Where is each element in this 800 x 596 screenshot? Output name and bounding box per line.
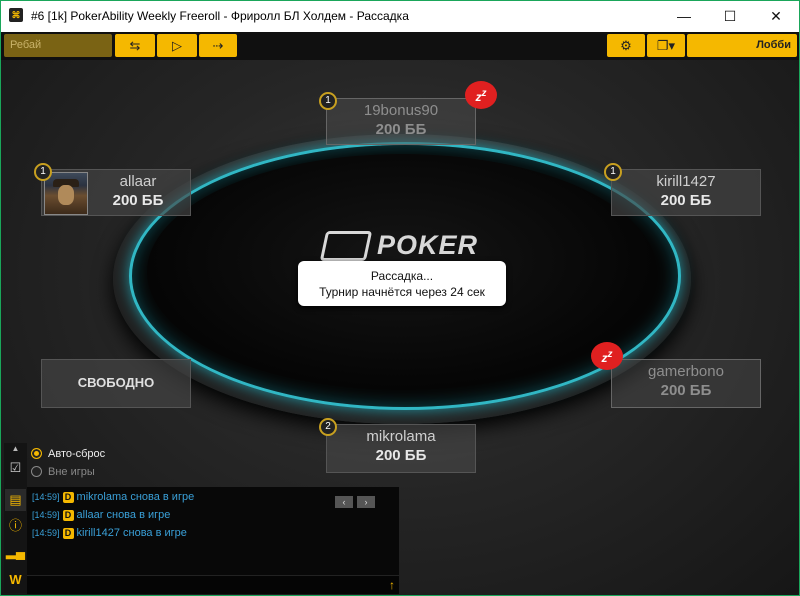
- play-icon: ▷: [172, 38, 182, 53]
- app-icon: ⌘: [9, 8, 23, 22]
- side-toolbar: ▲ ☑ ▤ ⓘ ▂▄ W: [4, 443, 27, 593]
- w-icon[interactable]: W: [5, 569, 26, 591]
- seat-allaar[interactable]: allaar 200 ББ: [41, 169, 191, 216]
- auto-reset-label: Авто-сброс: [48, 448, 106, 460]
- chat-icon[interactable]: ▤: [5, 489, 26, 511]
- chat-message: [14:59] Dmikrolama снова в игре: [32, 489, 194, 505]
- refresh-button[interactable]: ⇆: [115, 34, 155, 57]
- seat-empty[interactable]: СВОБОДНО: [41, 359, 191, 408]
- title-bar: ⌘ #6 [1k] PokerAbility Weekly Freeroll -…: [1, 1, 799, 32]
- exit-button[interactable]: ⇢: [199, 34, 237, 57]
- collapse-arrow-icon[interactable]: ▲: [5, 443, 26, 455]
- chat-text: allaar снова в игре: [76, 509, 171, 521]
- dealer-badge: D: [62, 528, 74, 539]
- toolbar: Ребай ⇆ ▷ ⇢ ⚙ ❐▾ Лобби: [1, 32, 799, 60]
- play-button[interactable]: ▷: [157, 34, 197, 57]
- info-icon[interactable]: ⓘ: [5, 515, 26, 537]
- logo-text: POKER: [377, 230, 479, 260]
- radio-unselected-icon: [31, 466, 42, 477]
- chat-text: kirill1427 снова в игре: [76, 527, 187, 539]
- empty-seat-label: СВОБОДНО: [77, 375, 155, 390]
- gear-icon: ⚙: [620, 38, 632, 53]
- player-stack: 200 ББ: [660, 382, 712, 399]
- player-name: mikrolama: [366, 428, 436, 445]
- seat-kirill1427[interactable]: kirill1427 200 ББ: [611, 169, 761, 216]
- chat-text: mikrolama снова в игре: [76, 491, 195, 503]
- seat-mikrolama[interactable]: mikrolama 200 ББ: [326, 424, 476, 473]
- dealer-badge: D: [62, 510, 74, 521]
- chat-panel: ‹ › [14:59] Dmikrolama снова в игре [14:5…: [27, 487, 399, 594]
- player-name: 19bonus90: [363, 102, 439, 119]
- out-of-game-label: Вне игры: [48, 466, 95, 478]
- notice-title: Рассадка...: [370, 269, 434, 283]
- notice-countdown: Турнир начнётся через 24 сек: [319, 285, 485, 299]
- chat-time: [14:59]: [32, 510, 60, 520]
- send-arrow-icon[interactable]: ↑: [389, 578, 395, 592]
- table-logo: POKER: [319, 229, 483, 263]
- zz-icon: zz: [591, 342, 623, 370]
- radio-selected-icon: [31, 448, 42, 459]
- tables-dropdown-icon: ❐▾: [656, 38, 676, 53]
- out-of-game-radio[interactable]: Вне игры: [31, 465, 105, 483]
- chat-time: [14:59]: [32, 528, 60, 538]
- seat-badge: 1: [319, 92, 337, 110]
- settings-button[interactable]: ⚙: [607, 34, 645, 57]
- minimize-icon[interactable]: —: [661, 1, 707, 32]
- seating-notice: Рассадка... Турнир начнётся через 24 сек: [298, 261, 506, 306]
- auto-reset-radio[interactable]: Авто-сброс: [31, 447, 105, 465]
- rebuy-button[interactable]: Ребай: [4, 34, 112, 57]
- stats-icon[interactable]: ▂▄: [5, 541, 26, 563]
- player-stack: 200 ББ: [375, 447, 427, 464]
- player-stack: 200 ББ: [660, 192, 712, 209]
- chat-input[interactable]: ↑: [27, 575, 399, 594]
- seat-badge: 2: [319, 418, 337, 436]
- player-stack: 200 ББ: [375, 121, 427, 138]
- chat-next-button[interactable]: ›: [357, 496, 375, 508]
- chat-time: [14:59]: [32, 492, 60, 502]
- refresh-icon: ⇆: [129, 38, 141, 53]
- maximize-icon[interactable]: ☐: [707, 1, 753, 32]
- seat-badge: 1: [34, 163, 52, 181]
- seat-gamerbono[interactable]: gamerbono 200 ББ: [611, 359, 761, 408]
- chat-message: [14:59] Dallaar снова в игре: [32, 507, 170, 523]
- close-icon[interactable]: ✕: [753, 1, 799, 32]
- dealer-badge: D: [62, 492, 74, 503]
- zz-icon: zz: [465, 81, 497, 109]
- avatar: [44, 172, 88, 215]
- exit-icon: ⇢: [212, 38, 224, 53]
- play-options: Авто-сброс Вне игры: [31, 447, 105, 483]
- seat-19bonus90[interactable]: 19bonus90 200 ББ: [326, 98, 476, 145]
- tables-button[interactable]: ❐▾: [647, 34, 685, 57]
- window-title: #6 [1k] PokerAbility Weekly Freeroll - Ф…: [31, 9, 409, 23]
- player-name: gamerbono: [648, 363, 724, 380]
- seat-badge: 1: [604, 163, 622, 181]
- checklist-icon[interactable]: ☑: [5, 457, 26, 479]
- logo-mark-icon: [319, 231, 373, 261]
- player-name: kirill1427: [656, 173, 716, 190]
- poker-table-window: ⌘ #6 [1k] PokerAbility Weekly Freeroll -…: [0, 0, 800, 596]
- lobby-button[interactable]: Лобби: [687, 34, 797, 57]
- chat-message: [14:59] Dkirill1427 снова в игре: [32, 525, 187, 541]
- chat-prev-button[interactable]: ‹: [335, 496, 353, 508]
